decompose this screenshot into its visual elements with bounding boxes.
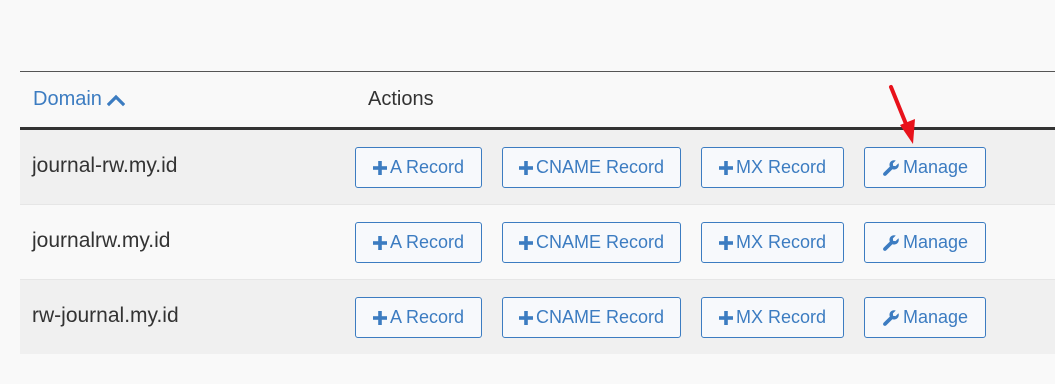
add-cname-record-button[interactable]: CNAME Record bbox=[502, 222, 681, 263]
add-cname-record-button[interactable]: CNAME Record bbox=[502, 297, 681, 338]
add-a-record-button[interactable]: A Record bbox=[355, 222, 482, 263]
button-label: CNAME Record bbox=[535, 232, 665, 252]
table-row: rw-journal.my.id A Record CNAME Record M… bbox=[20, 280, 1055, 354]
plus-icon bbox=[518, 235, 533, 250]
wrench-icon bbox=[882, 309, 900, 327]
add-mx-record-button[interactable]: MX Record bbox=[701, 222, 844, 263]
domain-name: journal-rw.my.id bbox=[32, 154, 178, 177]
button-label: A Record bbox=[389, 232, 465, 252]
button-label: MX Record bbox=[735, 307, 827, 327]
button-label: A Record bbox=[389, 307, 465, 327]
button-label: MX Record bbox=[735, 157, 827, 177]
plus-icon bbox=[718, 310, 733, 325]
plus-icon bbox=[718, 235, 733, 250]
manage-button[interactable]: Manage bbox=[864, 297, 986, 338]
button-label: Manage bbox=[902, 157, 969, 177]
table-row: journalrw.my.id A Record CNAME Record MX… bbox=[20, 205, 1055, 280]
actions-header: Actions bbox=[368, 88, 434, 110]
domain-name: journalrw.my.id bbox=[32, 229, 171, 252]
plus-icon bbox=[372, 235, 387, 250]
add-a-record-button[interactable]: A Record bbox=[355, 297, 482, 338]
wrench-icon bbox=[882, 234, 900, 252]
table-row: journal-rw.my.id A Record CNAME Record M… bbox=[20, 130, 1055, 205]
domain-header-label: Domain bbox=[33, 88, 102, 110]
plus-icon bbox=[518, 160, 533, 175]
domains-table: Domain Actions journal-rw.my.id A Record… bbox=[20, 71, 1055, 354]
table-header: Domain Actions bbox=[20, 72, 1055, 130]
add-cname-record-button[interactable]: CNAME Record bbox=[502, 147, 681, 188]
button-label: Manage bbox=[902, 232, 969, 252]
plus-icon bbox=[518, 310, 533, 325]
manage-button[interactable]: Manage bbox=[864, 222, 986, 263]
plus-icon bbox=[372, 310, 387, 325]
button-label: CNAME Record bbox=[535, 307, 665, 327]
button-label: CNAME Record bbox=[535, 157, 665, 177]
button-label: MX Record bbox=[735, 232, 827, 252]
add-mx-record-button[interactable]: MX Record bbox=[701, 297, 844, 338]
manage-button[interactable]: Manage bbox=[864, 147, 986, 188]
wrench-icon bbox=[882, 159, 900, 177]
plus-icon bbox=[718, 160, 733, 175]
button-label: Manage bbox=[902, 307, 969, 327]
chevron-up-icon bbox=[106, 94, 125, 106]
add-mx-record-button[interactable]: MX Record bbox=[701, 147, 844, 188]
domain-name: rw-journal.my.id bbox=[32, 304, 179, 327]
button-label: A Record bbox=[389, 157, 465, 177]
domain-sort-header[interactable]: Domain bbox=[33, 88, 125, 111]
plus-icon bbox=[372, 160, 387, 175]
add-a-record-button[interactable]: A Record bbox=[355, 147, 482, 188]
